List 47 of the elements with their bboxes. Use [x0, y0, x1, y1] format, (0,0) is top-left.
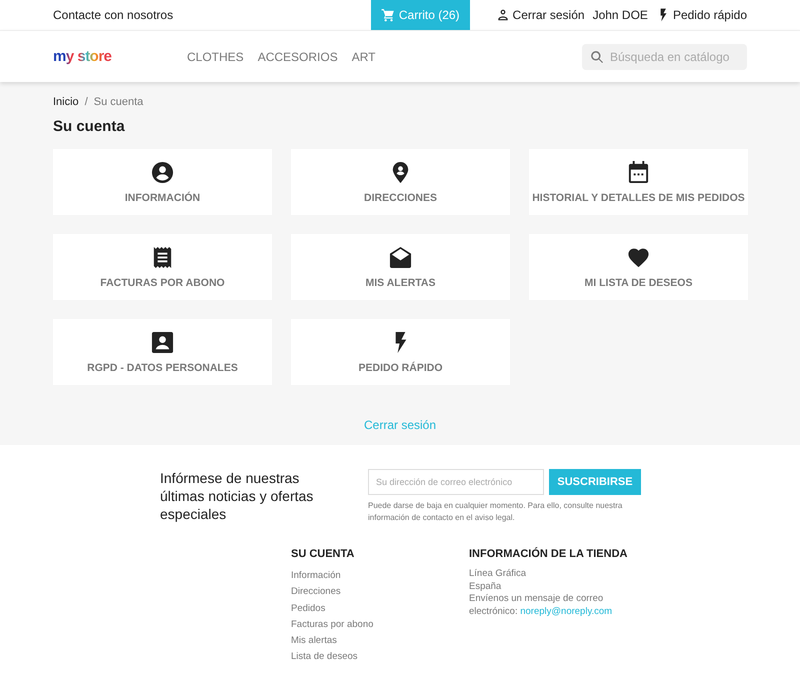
logout-link[interactable]: Cerrar sesión — [496, 8, 585, 22]
user-circle-icon — [151, 160, 174, 184]
logout-link[interactable]: Cerrar sesión — [358, 417, 442, 433]
account-card[interactable]: DIRECCIONES — [291, 149, 510, 215]
account-card[interactable]: PEDIDO RÁPIDO — [291, 319, 510, 385]
heart-icon — [627, 246, 650, 268]
menu-item[interactable]: CLOTHES — [187, 50, 244, 64]
receipt-icon — [151, 246, 174, 268]
user-card-icon — [151, 330, 174, 354]
footer-heading: SU CUENTA — [291, 548, 356, 560]
cart-button[interactable]: Carrito (26) — [370, 0, 470, 30]
account-card[interactable]: HISTORIAL Y DETALLES DE MIS PEDIDOS — [529, 149, 748, 215]
footer-link[interactable]: Mis alertas — [291, 633, 337, 650]
calendar-icon — [627, 160, 650, 184]
menu-item[interactable]: ART — [352, 50, 376, 64]
account-card[interactable]: RGPD - DATOS PERSONALES — [53, 319, 272, 385]
breadcrumb-current: Su cuenta — [94, 96, 144, 108]
footer-link[interactable]: Lista de deseos — [291, 649, 358, 666]
account-card[interactable]: INFORMACIÓN — [53, 149, 272, 215]
page-title: Su cuenta — [53, 118, 126, 135]
user-icon — [496, 8, 510, 22]
breadcrumb-separator: / — [84, 96, 88, 108]
envelope-icon — [389, 246, 412, 268]
email-field[interactable]: Su dirección de correo electrónico — [368, 469, 544, 495]
menu-item[interactable]: ACCESORIOS — [258, 50, 338, 64]
footer-heading: INFORMACIÓN DE LA TIENDA — [469, 548, 628, 560]
account-card[interactable]: MIS ALERTAS — [291, 234, 510, 300]
search-field[interactable]: Búsqueda en catálogo — [582, 44, 747, 70]
store-info-text: España — [469, 580, 502, 592]
footer-link[interactable]: Información — [291, 568, 341, 584]
footer-link[interactable]: Pedidos — [291, 600, 326, 617]
store-contact-text: Envíenos un mensaje de correo electrónico: noreply@noreply.com — [469, 593, 612, 616]
account-card[interactable]: FACTURAS POR ABONO — [53, 234, 272, 300]
user-name[interactable]: John DOE — [592, 8, 648, 22]
footer-link[interactable]: Direcciones — [291, 584, 341, 601]
breadcrumb-link[interactable]: Inicio — [53, 96, 79, 108]
cart-icon — [380, 8, 395, 22]
subscribe-button[interactable]: SUSCRIBIRSE — [549, 469, 641, 495]
search-icon — [590, 50, 604, 64]
store-info-text: Línea Gráfica — [469, 568, 526, 579]
footer-link[interactable]: Facturas por abono — [291, 616, 374, 634]
account-card[interactable]: MI LISTA DE DESEOS — [529, 234, 748, 300]
newsletter-note: Puede darse de baja en cualquier momento. Para ello, consulte nuestra información de contacto en el aviso legal. — [368, 500, 624, 524]
quick-order-link[interactable]: Pedido rápido — [656, 8, 747, 22]
email-link[interactable]: noreply@noreply.com — [520, 606, 612, 616]
newsletter-text: Infórmese de nuestras últimas noticias y ofertas especiales — [160, 469, 314, 524]
contact-link[interactable]: Contacte con nosotros — [53, 8, 174, 22]
